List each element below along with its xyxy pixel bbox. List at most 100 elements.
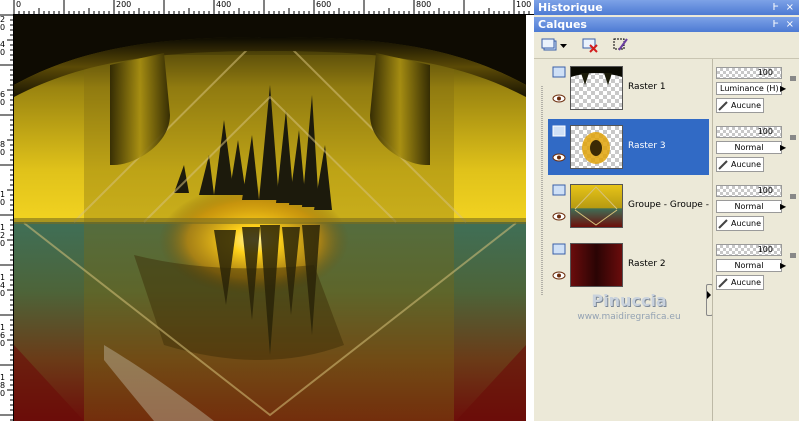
group-layer-icon: [552, 184, 566, 196]
history-panel-title[interactable]: Historique Ͱ ×: [534, 0, 799, 15]
mask-field[interactable]: Aucune: [716, 275, 764, 290]
layer-thumbnail: [570, 66, 623, 110]
blend-mode-select[interactable]: Normal: [716, 200, 782, 213]
pin-icon[interactable]: Ͱ: [772, 0, 779, 15]
ruler-label-400: 400: [216, 0, 232, 9]
chevron-right-icon: [707, 291, 711, 299]
ruler-label-800: 800: [416, 0, 432, 9]
vruler-digit: 0: [0, 389, 6, 398]
vertical-ruler: 2 0 4 0 6 0 8 0 1 0 1 2 0 1 4 0 1 6 0 1 …: [0, 14, 14, 421]
props-group: 100 Normal ▶ Aucune: [713, 178, 799, 234]
mask-field[interactable]: Aucune: [716, 98, 764, 113]
layer-properties: 100 Luminance (H) ▶ Aucune 100 Normal ▶ …: [712, 59, 799, 421]
thumbnail-sun-art: [582, 132, 610, 164]
raster-layer-icon: [552, 243, 566, 255]
vertical-ruler-ticks: [0, 14, 13, 421]
lock-icon[interactable]: [788, 190, 798, 200]
layer-thumbnail: [570, 243, 623, 287]
blend-mode-select[interactable]: Normal: [716, 259, 782, 272]
layer-name: Raster 3: [628, 141, 666, 151]
brush-icon: [718, 278, 728, 288]
mask-label: Aucune: [731, 219, 762, 228]
opacity-field[interactable]: 100: [716, 67, 782, 79]
lock-icon[interactable]: [788, 72, 798, 82]
layer-name: Raster 1: [628, 82, 666, 92]
props-raster-2: 100 Normal ▶ Aucune: [713, 237, 799, 293]
props-raster-3: 100 Normal ▶ Aucune: [713, 119, 799, 175]
visibility-eye-icon[interactable]: [552, 271, 566, 280]
visibility-eye-icon[interactable]: [552, 94, 566, 103]
mask-label: Aucune: [731, 101, 762, 110]
chevron-right-icon[interactable]: ▶: [780, 143, 788, 153]
layers-list: Raster 1 Raster 3 Groupe - Groupe - Rast…: [534, 59, 713, 421]
blend-mode-select[interactable]: Normal: [716, 141, 782, 154]
layer-row-group[interactable]: Groupe - Groupe -: [548, 178, 709, 234]
close-icon[interactable]: ×: [786, 17, 794, 32]
canvas-artwork: [14, 15, 526, 421]
raster-layer-icon: [552, 125, 566, 137]
vruler-digit: 0: [0, 198, 6, 207]
canvas-scroll-margin: [526, 15, 534, 421]
layer-row-raster-3[interactable]: Raster 3: [548, 119, 709, 175]
image-canvas[interactable]: [14, 15, 526, 421]
new-layer-dropdown[interactable]: [558, 35, 569, 55]
pin-icon[interactable]: Ͱ: [772, 17, 779, 32]
chevron-right-icon[interactable]: ▶: [780, 84, 788, 94]
visibility-eye-icon[interactable]: [552, 212, 566, 221]
mask-field[interactable]: Aucune: [716, 216, 764, 231]
ruler-label-600: 600: [316, 0, 332, 9]
layer-row-raster-1[interactable]: Raster 1: [548, 60, 709, 116]
chevron-down-icon: [560, 44, 567, 48]
layer-thumbnail: [570, 125, 623, 169]
close-icon[interactable]: ×: [786, 0, 794, 15]
mask-label: Aucune: [731, 160, 762, 169]
vruler-digit: 0: [0, 289, 6, 298]
new-layer-button[interactable]: [540, 35, 560, 55]
edit-selection-icon: [613, 38, 628, 51]
delete-layer-button[interactable]: [580, 35, 600, 55]
vruler-digit: 0: [0, 239, 6, 248]
vruler-digit: 0: [0, 98, 6, 107]
thumbnail-frame-art: [571, 67, 622, 85]
brush-icon: [718, 219, 728, 229]
watermark-name: Pinuccia: [591, 291, 667, 310]
docked-panels: Historique Ͱ × Calques Ͱ × Raster 1 Rast…: [534, 0, 799, 421]
edit-selection-button[interactable]: [610, 35, 630, 55]
opacity-field[interactable]: 100: [716, 185, 782, 197]
blend-mode-select[interactable]: Luminance (H): [716, 82, 782, 95]
opacity-field[interactable]: 100: [716, 126, 782, 138]
lock-icon[interactable]: [788, 131, 798, 141]
thumbnail-group-art: [574, 186, 618, 226]
delete-layer-icon: [582, 38, 598, 53]
new-layer-icon: [541, 38, 557, 51]
raster-layer-icon: [552, 66, 566, 78]
opacity-field[interactable]: 100: [716, 244, 782, 256]
layer-name: Raster 2: [628, 259, 666, 269]
watermark-url: www.maidiregrafica.eu: [577, 312, 681, 322]
visibility-eye-icon[interactable]: [552, 153, 566, 162]
layers-toolbar: [534, 32, 799, 59]
brush-icon: [718, 101, 728, 111]
layer-row-raster-2[interactable]: Raster 2: [548, 237, 709, 293]
chevron-right-icon[interactable]: ▶: [780, 261, 788, 271]
props-raster-1: 100 Luminance (H) ▶ Aucune: [713, 60, 799, 116]
layer-name: Groupe - Groupe -: [628, 200, 709, 210]
mask-field[interactable]: Aucune: [716, 157, 764, 172]
history-panel-label: Historique: [538, 1, 603, 14]
mask-label: Aucune: [731, 278, 762, 287]
ruler-label-1000: 100: [516, 0, 532, 9]
layer-thumbnail: [570, 184, 623, 228]
horizontal-ruler-ticks: [13, 0, 530, 14]
brush-icon: [718, 160, 728, 170]
chevron-right-icon[interactable]: ▶: [780, 202, 788, 212]
ruler-label-200: 200: [116, 0, 132, 9]
horizontal-ruler: 0 200 400 600 800 100: [0, 0, 534, 15]
vruler-digit: 0: [0, 148, 6, 157]
ruler-label-0: 0: [16, 0, 22, 9]
vruler-digit: 0: [0, 48, 6, 57]
vruler-digit: 0: [0, 339, 6, 348]
lock-icon[interactable]: [788, 249, 798, 259]
layers-panel-title[interactable]: Calques Ͱ ×: [534, 17, 799, 32]
layers-panel-label: Calques: [538, 18, 587, 31]
vruler-digit: 0: [0, 23, 6, 32]
